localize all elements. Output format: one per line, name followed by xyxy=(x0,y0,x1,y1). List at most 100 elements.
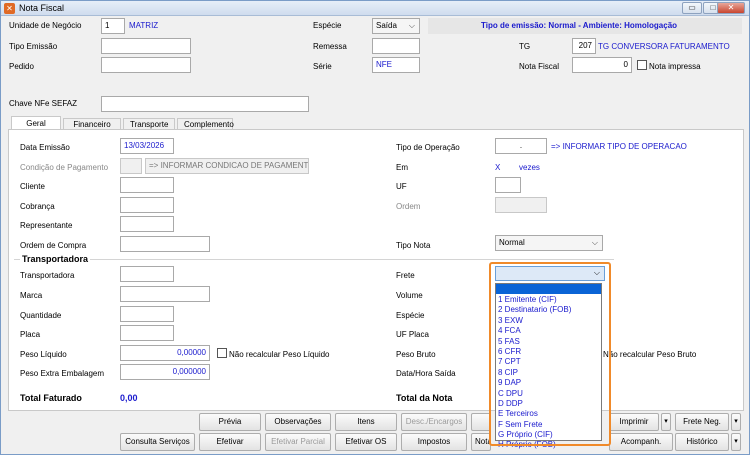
frete-option[interactable]: 4 FCA xyxy=(496,326,601,336)
data-emissao-field[interactable]: 13/03/2026 xyxy=(120,138,174,154)
cliente-field[interactable] xyxy=(120,177,174,193)
frete-neg-dropdown-button[interactable]: ▾ xyxy=(731,413,741,431)
representante-field[interactable] xyxy=(120,216,174,232)
quantidade-label: Quantidade xyxy=(20,311,62,320)
tg-name: TG CONVERSORA FATURAMENTO xyxy=(598,42,730,51)
unidade-code-field[interactable]: 1 xyxy=(101,18,125,34)
frete-option-empty[interactable] xyxy=(496,284,601,294)
pedido-label: Pedido xyxy=(9,62,34,71)
frete-option[interactable]: E Terceiros xyxy=(496,409,601,419)
frete-option[interactable]: 9 DAP xyxy=(496,378,601,388)
serie-field[interactable]: NFE xyxy=(372,57,420,73)
placa-field[interactable] xyxy=(120,325,174,341)
ordem-compra-field[interactable] xyxy=(120,236,210,252)
frete-option[interactable]: 1 Emitente (CIF) xyxy=(496,295,601,305)
frete-option[interactable]: F Sem Frete xyxy=(496,420,601,430)
frete-option[interactable]: G Próprio (CIF) xyxy=(496,430,601,440)
serie-label: Série xyxy=(313,62,332,71)
close-button[interactable]: ✕ xyxy=(717,2,745,14)
hidden-button[interactable] xyxy=(471,413,491,431)
window-title: Nota Fiscal xyxy=(19,3,65,13)
nota-impressa-checkbox[interactable] xyxy=(637,60,647,70)
unidade-name: MATRIZ xyxy=(129,21,159,30)
frete-option[interactable]: 3 EXW xyxy=(496,316,601,326)
nota-fiscal-window: ✕ Nota Fiscal ▭ □ ✕ Unidade de Negócio 1… xyxy=(0,0,750,455)
nota-ref-button[interactable]: Nota xyxy=(471,433,491,451)
geral-panel xyxy=(8,129,744,411)
tipo-emissao-field[interactable] xyxy=(101,38,191,54)
ordem-field[interactable] xyxy=(495,197,547,213)
especie-transp-label: Espécie xyxy=(396,311,425,320)
quantidade-field[interactable] xyxy=(120,306,174,322)
itens-button[interactable]: Itens xyxy=(335,413,397,431)
imprimir-dropdown-button[interactable]: ▾ xyxy=(661,413,671,431)
transportadora-field[interactable] xyxy=(120,266,174,282)
chave-nfe-field[interactable] xyxy=(101,96,309,112)
nao-recalc-liquido-checkbox[interactable] xyxy=(217,348,227,358)
especie-select[interactable]: Saída ⌵ xyxy=(372,18,420,34)
frete-option[interactable]: D DDP xyxy=(496,399,601,409)
frete-option[interactable]: 7 CPT xyxy=(496,357,601,367)
minimize-button[interactable]: ▭ xyxy=(682,2,702,14)
title-bar: ✕ Nota Fiscal ▭ □ ✕ xyxy=(1,1,749,16)
cobranca-field[interactable] xyxy=(120,197,174,213)
especie-value: Saída xyxy=(376,21,397,30)
tipo-operacao-label: Tipo de Operação xyxy=(396,143,460,152)
chave-label: Chave NFe SEFAZ xyxy=(9,99,78,108)
nota-fiscal-field[interactable]: 0 xyxy=(572,57,632,73)
frete-option[interactable]: 5 FAS xyxy=(496,337,601,347)
tab-geral[interactable]: Geral xyxy=(11,116,61,130)
nota-impressa-label: Nota impressa xyxy=(649,62,701,71)
tg-label: TG xyxy=(519,42,531,51)
observacoes-button[interactable]: Observações xyxy=(265,413,331,431)
tipo-nota-select[interactable]: Normal ⌵ xyxy=(495,235,603,251)
chevron-down-icon: ⌵ xyxy=(591,238,598,247)
impostos-button[interactable]: Impostos xyxy=(401,433,467,451)
placa-label: Placa xyxy=(20,330,41,339)
tipo-operacao-field[interactable]: . xyxy=(495,138,547,154)
historico-dropdown-button[interactable]: ▾ xyxy=(731,433,741,451)
tipo-nota-value: Normal xyxy=(499,238,525,247)
ordem-label: Ordem xyxy=(396,202,421,211)
tipo-nota-label: Tipo Nota xyxy=(396,241,431,250)
previa-button[interactable]: Prévia xyxy=(199,413,261,431)
peso-extra-field[interactable]: 0,000000 xyxy=(120,364,210,380)
imprimir-button[interactable]: Imprimir xyxy=(609,413,659,431)
uf-field[interactable] xyxy=(495,177,521,193)
peso-liquido-field[interactable]: 0,00000 xyxy=(120,345,210,361)
remessa-field[interactable] xyxy=(372,38,420,54)
efetivar-parcial-button[interactable]: Efetivar Parcial xyxy=(265,433,331,451)
historico-button[interactable]: Histórico xyxy=(675,433,729,451)
pedido-field[interactable] xyxy=(101,57,191,73)
data-emissao-label: Data Emissão xyxy=(20,143,70,152)
unidade-label: Unidade de Negócio xyxy=(9,21,82,30)
frete-select[interactable]: ⌵ xyxy=(495,266,605,281)
cond-pag-desc: => INFORMAR CONDICAO DE PAGAMENTO xyxy=(145,158,309,174)
frete-neg-button[interactable]: Frete Neg. xyxy=(675,413,729,431)
cond-pag-code-field[interactable] xyxy=(120,158,142,174)
em-vezes: vezes xyxy=(519,163,540,172)
data-hora-saida-label: Data/Hora Saída xyxy=(396,369,456,378)
frete-option[interactable]: H Próprio (FOB) xyxy=(496,440,601,450)
frete-label: Frete xyxy=(396,271,415,280)
frete-option[interactable]: C DPU xyxy=(496,389,601,399)
total-nota-label: Total da Nota xyxy=(396,393,453,403)
frete-option[interactable]: 2 Destinatario (FOB) xyxy=(496,305,601,315)
marca-field[interactable] xyxy=(120,286,210,302)
consulta-servicos-button[interactable]: Consulta Serviços xyxy=(120,433,195,451)
tipo-emissao-label: Tipo Emissão xyxy=(9,42,58,51)
uf-label: UF xyxy=(396,182,407,191)
acompanh-button[interactable]: Acompanh. xyxy=(609,433,673,451)
frete-option[interactable]: 6 CFR xyxy=(496,347,601,357)
app-icon: ✕ xyxy=(4,3,15,14)
frete-option[interactable]: 8 CIP xyxy=(496,368,601,378)
peso-extra-label: Peso Extra Embalagem xyxy=(20,369,105,378)
transportadora-group-label: Transportadora xyxy=(20,254,91,264)
efetivar-button[interactable]: Efetivar xyxy=(199,433,261,451)
total-faturado-value: 0,00 xyxy=(120,393,138,403)
desc-encargos-button[interactable]: Desc./Encargos xyxy=(401,413,467,431)
chevron-down-icon: ⌵ xyxy=(593,268,600,277)
tg-code-field[interactable]: 207 xyxy=(572,38,596,54)
efetivar-os-button[interactable]: Efetivar OS xyxy=(335,433,397,451)
peso-bruto-label: Peso Bruto xyxy=(396,350,436,359)
